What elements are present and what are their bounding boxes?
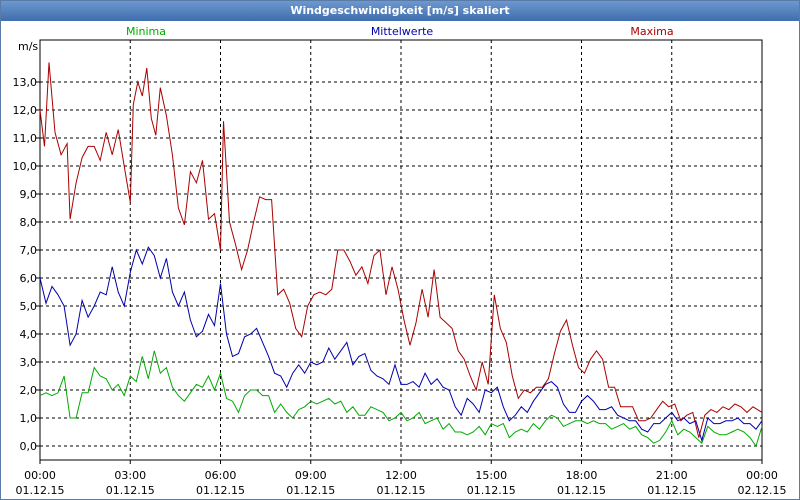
y-tick-label: 0,0 [20,440,38,453]
wind-speed-chart: 0,0 1,0 2,0 3,0 4,0 5,0 6,0 7,0 8,0 9,0 10,0 11,0 12… [13,25,787,497]
y-axis: 0,0 1,0 2,0 3,0 4,0 5,0 6,0 7,0 8,0 9,0 10,0 11,0 12… [13,76,40,453]
x-tick-time-label: 00:00 [746,469,778,482]
y-tick-label: 13,0 [13,76,38,89]
y-axis-label: m/s [18,40,38,53]
x-tick-time-label: 00:00 [24,469,56,482]
x-tick-date-label: 01.12.15 [106,484,155,497]
y-tick-label: 5,0 [20,300,38,313]
y-tick-label: 2,0 [20,384,38,397]
x-tick-date-label: 01.12.15 [16,484,65,497]
x-tick-date-label: 01.12.15 [286,484,335,497]
y-tick-label: 12,0 [13,104,38,117]
x-tick-date-label: 01.12.15 [467,484,516,497]
x-tick-time-label: 06:00 [205,469,237,482]
legend-entry-minima: Minima [126,25,166,38]
legend: Minima Mittelwerte Maxima [126,25,674,38]
x-tick-time-label: 03:00 [114,469,146,482]
y-tick-label: 3,0 [20,356,38,369]
legend-entry-maxima: Maxima [630,25,673,38]
y-tick-label: 9,0 [20,188,38,201]
y-tick-label: 4,0 [20,328,38,341]
y-tick-label: 10,0 [13,160,38,173]
x-tick-date-label: 02.12.15 [738,484,787,497]
x-tick-time-label: 09:00 [295,469,327,482]
y-tick-label: 6,0 [20,272,38,285]
x-tick-date-label: 01.12.15 [557,484,606,497]
y-tick-label: 1,0 [20,412,38,425]
x-tick-date-label: 01.12.15 [196,484,245,497]
x-tick-date-label: 01.12.15 [377,484,426,497]
y-tick-label: 7,0 [20,244,38,257]
x-tick-time-label: 15:00 [475,469,507,482]
x-tick-time-label: 12:00 [385,469,417,482]
y-tick-label: 8,0 [20,216,38,229]
legend-entry-mittelwerte: Mittelwerte [371,25,434,38]
x-tick-time-label: 21:00 [656,469,688,482]
x-tick-date-label: 01.12.15 [647,484,696,497]
y-tick-label: 11,0 [13,132,38,145]
x-axis: 00:00 01.12.15 03:00 01.12.15 06:00 01.12.15 0… [16,460,787,497]
x-tick-time-label: 18:00 [566,469,598,482]
